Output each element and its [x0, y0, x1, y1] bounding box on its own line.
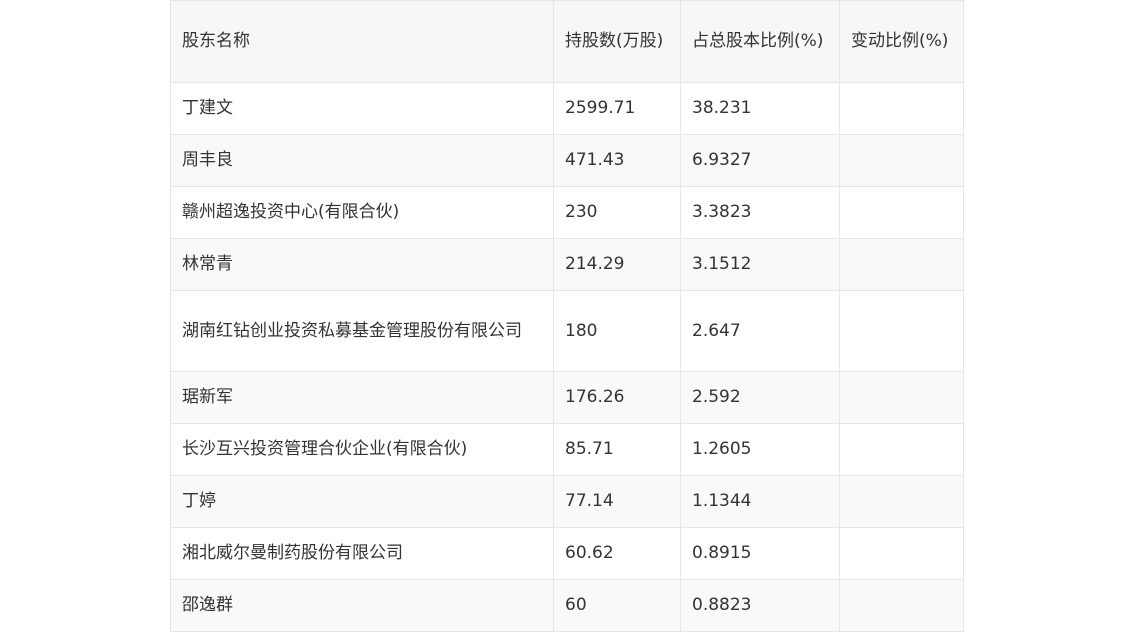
- table-row: 丁建文 2599.71 38.231: [170, 82, 964, 135]
- table-row: 琚新军 176.26 2.592: [170, 371, 964, 424]
- cell-shareholder-name: 丁建文: [170, 82, 554, 135]
- header-share-ratio: 占总股本比例(%): [680, 0, 840, 83]
- cell-share-ratio: 1.2605: [680, 423, 840, 476]
- cell-share-ratio: 1.1344: [680, 475, 840, 528]
- table-row: 湘北威尔曼制药股份有限公司 60.62 0.8915: [170, 527, 964, 580]
- cell-shareholder-name: 赣州超逸投资中心(有限合伙): [170, 186, 554, 239]
- cell-shares-held: 60.62: [553, 527, 681, 580]
- cell-change-ratio: [839, 527, 964, 580]
- table-row: 邵逸群 60 0.8823: [170, 579, 964, 632]
- cell-shares-held: 176.26: [553, 371, 681, 424]
- table-row: 赣州超逸投资中心(有限合伙) 230 3.3823: [170, 186, 964, 239]
- cell-shareholder-name: 丁婷: [170, 475, 554, 528]
- header-shareholder-name: 股东名称: [170, 0, 554, 83]
- header-shares-held: 持股数(万股): [553, 0, 681, 83]
- cell-share-ratio: 2.592: [680, 371, 840, 424]
- cell-shareholder-name: 湖南红钻创业投资私募基金管理股份有限公司: [170, 290, 554, 372]
- table-row: 长沙互兴投资管理合伙企业(有限合伙) 85.71 1.2605: [170, 423, 964, 476]
- cell-shareholder-name: 林常青: [170, 238, 554, 291]
- table-body: 丁建文 2599.71 38.231 周丰良 471.43 6.9327 赣州超…: [170, 82, 964, 632]
- cell-shares-held: 180: [553, 290, 681, 372]
- cell-change-ratio: [839, 423, 964, 476]
- cell-shareholder-name: 周丰良: [170, 134, 554, 187]
- table-row: 林常青 214.29 3.1512: [170, 238, 964, 291]
- cell-shareholder-name: 湘北威尔曼制药股份有限公司: [170, 527, 554, 580]
- cell-shareholder-name: 琚新军: [170, 371, 554, 424]
- shareholder-table: 股东名称 持股数(万股) 占总股本比例(%) 变动比例(%) 丁建文 2599.…: [170, 0, 964, 632]
- cell-share-ratio: 0.8823: [680, 579, 840, 632]
- cell-change-ratio: [839, 186, 964, 239]
- header-row: 股东名称 持股数(万股) 占总股本比例(%) 变动比例(%): [170, 0, 964, 83]
- cell-share-ratio: 3.1512: [680, 238, 840, 291]
- cell-change-ratio: [839, 475, 964, 528]
- cell-share-ratio: 3.3823: [680, 186, 840, 239]
- cell-change-ratio: [839, 134, 964, 187]
- cell-shares-held: 471.43: [553, 134, 681, 187]
- cell-share-ratio: 38.231: [680, 82, 840, 135]
- cell-shares-held: 85.71: [553, 423, 681, 476]
- cell-change-ratio: [839, 290, 964, 372]
- cell-shareholder-name: 邵逸群: [170, 579, 554, 632]
- header-change-ratio: 变动比例(%): [839, 0, 964, 83]
- shareholder-table-container: 股东名称 持股数(万股) 占总股本比例(%) 变动比例(%) 丁建文 2599.…: [170, 0, 964, 632]
- table-row: 丁婷 77.14 1.1344: [170, 475, 964, 528]
- cell-share-ratio: 0.8915: [680, 527, 840, 580]
- table-row: 湖南红钻创业投资私募基金管理股份有限公司 180 2.647: [170, 290, 964, 372]
- cell-shares-held: 2599.71: [553, 82, 681, 135]
- cell-change-ratio: [839, 82, 964, 135]
- cell-change-ratio: [839, 371, 964, 424]
- cell-shares-held: 60: [553, 579, 681, 632]
- table-row: 周丰良 471.43 6.9327: [170, 134, 964, 187]
- cell-shareholder-name: 长沙互兴投资管理合伙企业(有限合伙): [170, 423, 554, 476]
- cell-change-ratio: [839, 579, 964, 632]
- cell-shares-held: 214.29: [553, 238, 681, 291]
- cell-share-ratio: 2.647: [680, 290, 840, 372]
- cell-shares-held: 77.14: [553, 475, 681, 528]
- cell-shares-held: 230: [553, 186, 681, 239]
- cell-change-ratio: [839, 238, 964, 291]
- cell-share-ratio: 6.9327: [680, 134, 840, 187]
- table-header: 股东名称 持股数(万股) 占总股本比例(%) 变动比例(%): [170, 0, 964, 83]
